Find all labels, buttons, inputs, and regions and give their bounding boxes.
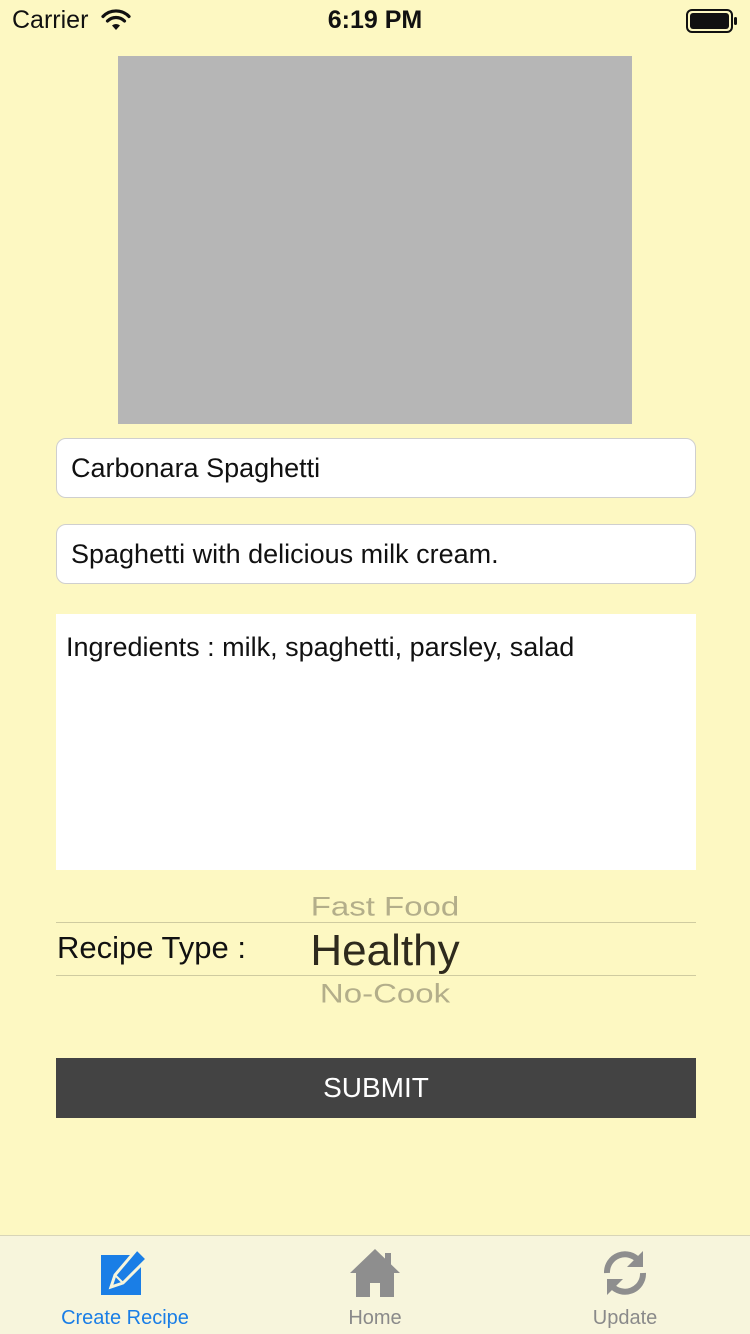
tab-label: Home: [348, 1307, 402, 1329]
refresh-icon: [604, 1251, 646, 1295]
picker-option-previous[interactable]: Fast Food: [270, 891, 500, 922]
battery-icon: [686, 9, 737, 33]
tab-home[interactable]: Home: [250, 1236, 500, 1334]
tab-bar: Create Recipe Home Update: [0, 1235, 750, 1334]
submit-button[interactable]: SUBMIT: [56, 1058, 696, 1118]
tab-create-recipe[interactable]: Create Recipe: [0, 1236, 250, 1334]
edit-icon: [101, 1246, 150, 1295]
picker-option-selected[interactable]: Healthy: [270, 926, 500, 976]
recipe-name-field[interactable]: Carbonara Spaghetti: [56, 438, 696, 498]
status-bar: Carrier 6:19 PM: [0, 0, 750, 40]
tab-label: Update: [592, 1307, 658, 1329]
ingredients-value: Ingredients : milk, spaghetti, parsley, …: [66, 632, 575, 662]
status-time: 6:19 PM: [327, 6, 423, 34]
recipe-description-value: Spaghetti with delicious milk cream.: [71, 538, 499, 569]
recipe-description-field[interactable]: Spaghetti with delicious milk cream.: [56, 524, 696, 584]
tab-update[interactable]: Update: [500, 1236, 750, 1334]
home-icon: [350, 1249, 400, 1297]
recipe-image[interactable]: [118, 56, 632, 424]
picker-divider-top: [56, 922, 696, 923]
recipe-type-label: Recipe Type :: [57, 930, 246, 965]
ingredients-textarea[interactable]: Ingredients : milk, spaghetti, parsley, …: [56, 614, 696, 870]
picker-option-next[interactable]: No-Cook: [270, 978, 500, 1009]
recipe-name-value: Carbonara Spaghetti: [71, 452, 321, 483]
tab-label: Create Recipe: [61, 1307, 189, 1329]
